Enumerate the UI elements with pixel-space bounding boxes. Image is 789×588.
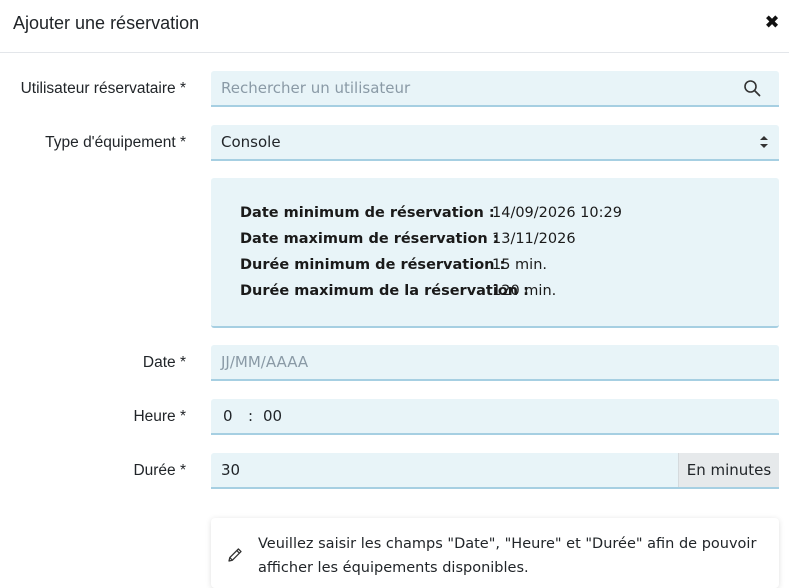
close-icon[interactable]: ✖ [763,12,781,34]
info-value-min-duration: 15 min. [492,257,548,273]
user-field-label: Utilisateur réservataire * [20,80,186,97]
equipment-type-label: Type d'équipement * [45,134,186,151]
info-alert: Veuillez saisir les champs "Date", "Heur… [211,518,779,588]
info-value-min-date: 14/09/2026 10:29 [492,205,622,221]
modal-header: Ajouter une réservation ✖ [0,0,789,53]
date-placeholder: JJ/MM/AAAA [221,353,309,371]
info-label: Date maximum de réservation : [240,231,499,247]
info-row-min-date: Date minimum de réservation : [240,205,495,221]
duration-value[interactable]: 30 [221,453,240,487]
search-icon[interactable] [743,79,761,97]
time-field-label: Heure * [133,408,186,425]
time-input[interactable]: 0 : 00 [211,399,779,435]
info-label: Date minimum de réservation : [240,205,495,221]
info-value-max-duration: 120 min. [492,283,557,299]
info-label: Durée minimum de réservation : [240,257,506,273]
pencil-icon [228,548,242,562]
chevron-updown-icon [760,136,768,148]
info-row-min-duration: Durée minimum de réservation : [240,257,505,273]
user-search-input[interactable]: Rechercher un utilisateur [211,71,779,107]
duration-field-label: Durée * [133,462,186,479]
modal-title: Ajouter une réservation [13,13,200,33]
info-row-max-date: Date maximum de réservation : [240,231,499,247]
duration-unit-addon: En minutes [678,453,779,487]
date-input[interactable]: JJ/MM/AAAA [211,345,779,381]
equipment-type-value: Console [221,133,281,151]
info-label: Durée maximum de la réservation : [240,283,529,299]
time-separator: : [248,407,254,425]
time-hours[interactable]: 0 [223,399,233,433]
info-row-max-duration: Durée maximum de la réservation : [240,283,529,299]
equipment-type-select[interactable]: Console [211,125,779,161]
alert-message: Veuillez saisir les champs "Date", "Heur… [258,536,757,576]
time-minutes[interactable]: 00 [263,399,282,433]
reservation-constraints-box: Date minimum de réservation : 14/09/2026… [211,178,779,328]
info-value-max-date: 13/11/2026 [492,231,576,247]
date-field-label: Date * [142,354,186,371]
duration-input[interactable]: 30 En minutes [211,453,779,489]
user-search-placeholder: Rechercher un utilisateur [221,79,411,97]
